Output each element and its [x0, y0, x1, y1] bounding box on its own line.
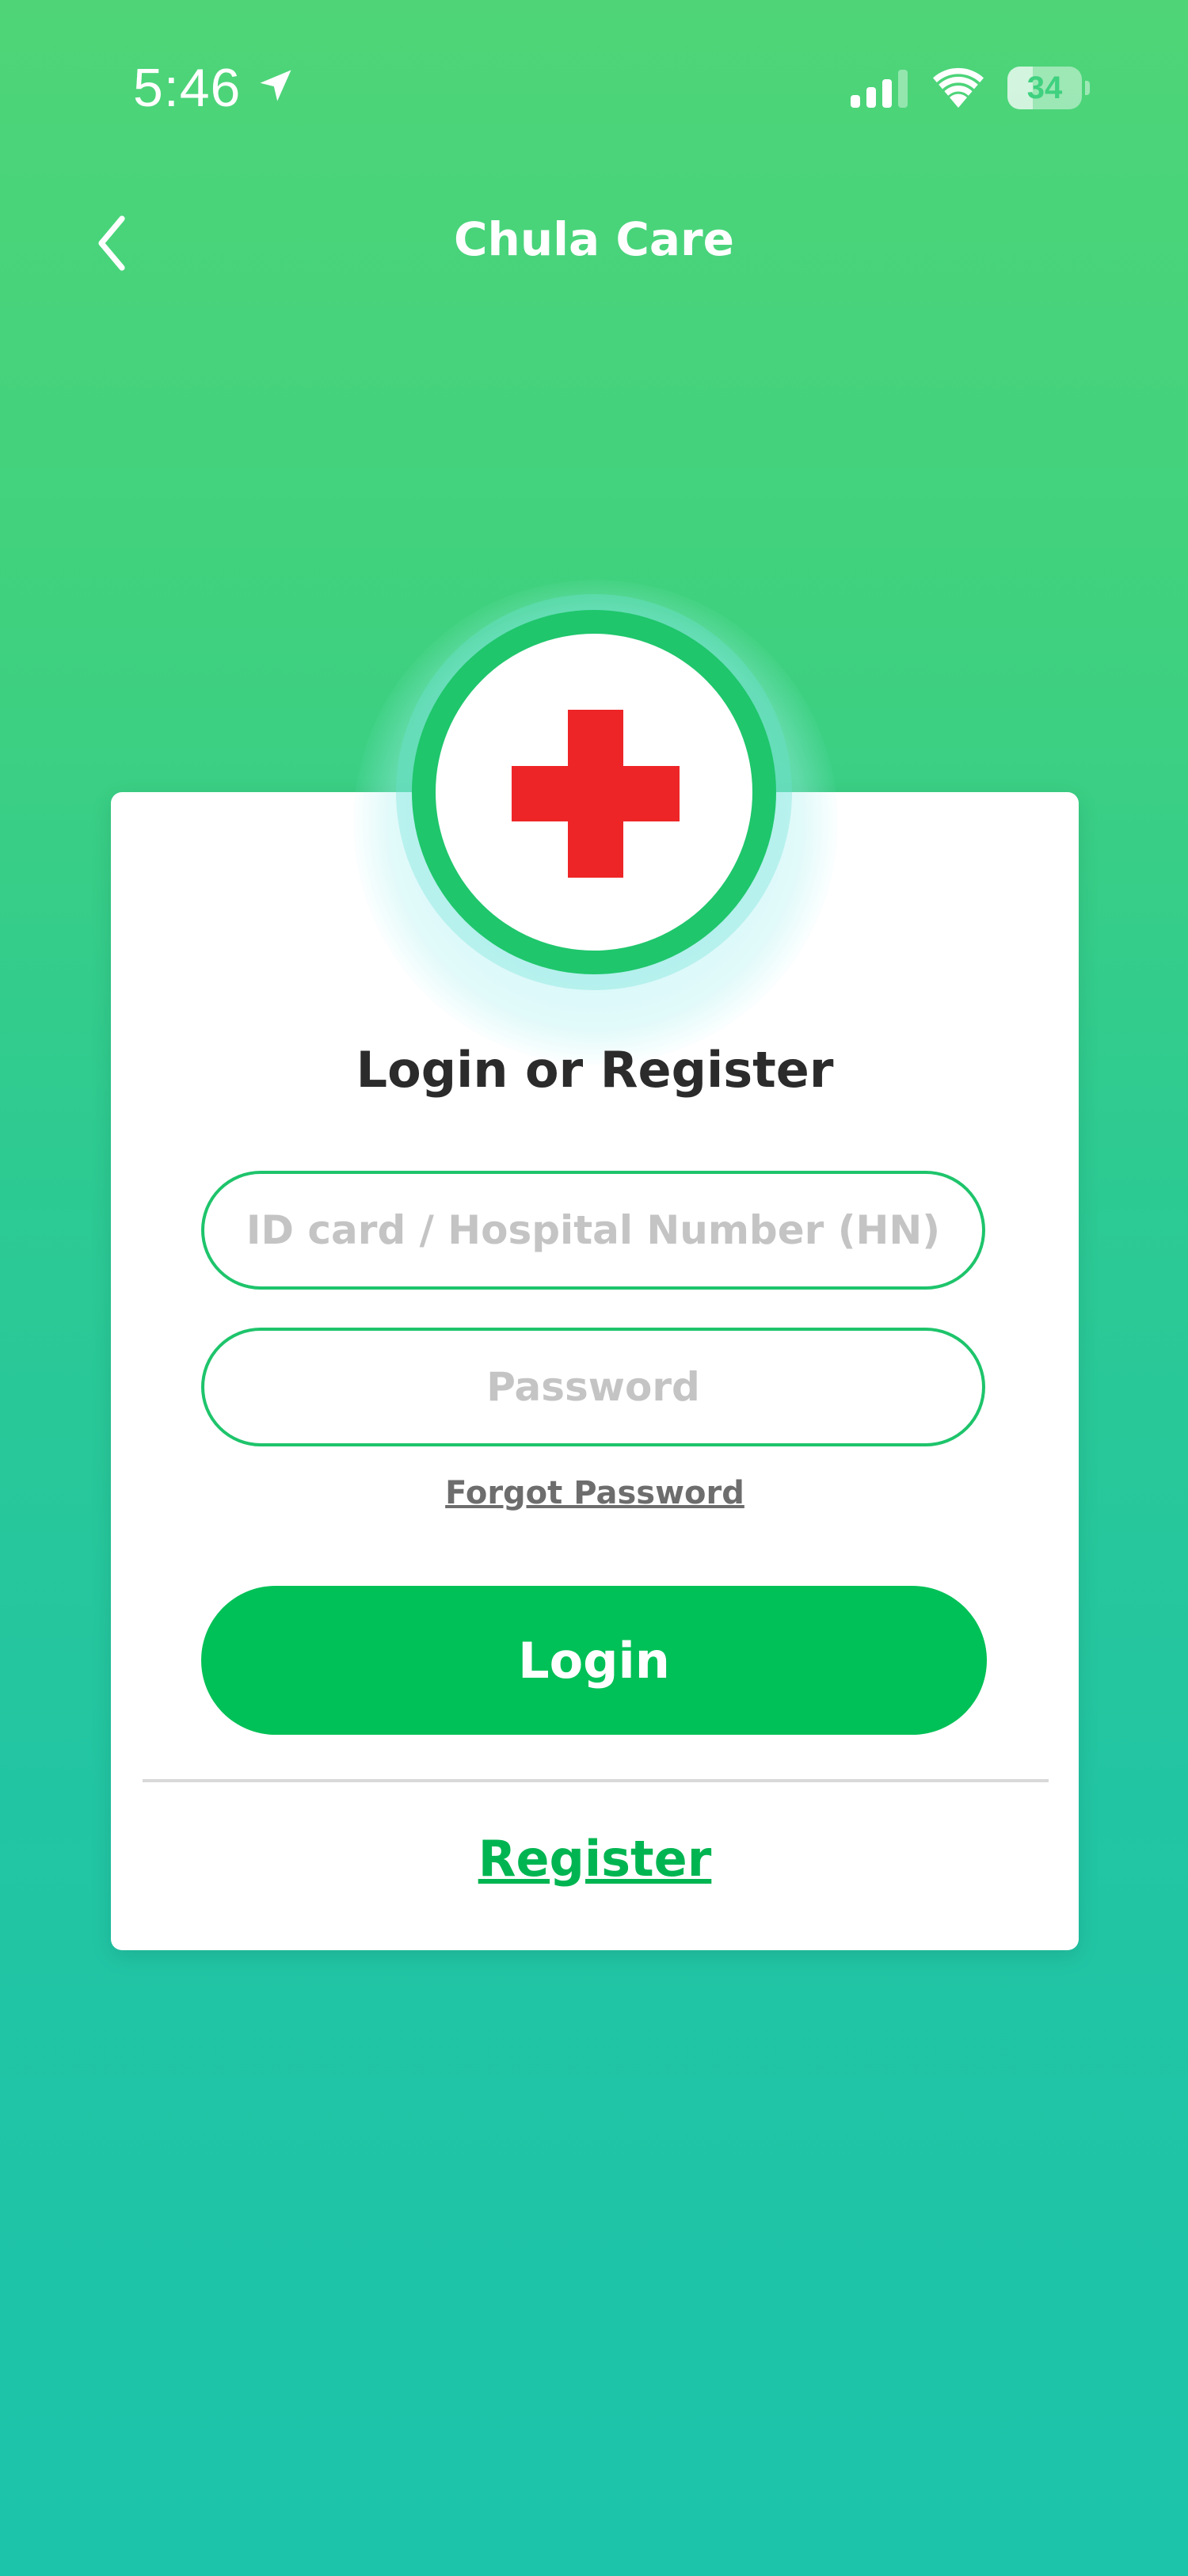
battery-icon: 34 [1007, 67, 1090, 109]
id-hn-input[interactable] [201, 1171, 985, 1290]
divider [143, 1779, 1049, 1782]
red-cross-icon [512, 710, 680, 878]
login-heading: Login or Register [356, 1041, 834, 1099]
login-button[interactable]: Login [201, 1586, 987, 1735]
battery-cap [1085, 81, 1090, 95]
location-arrow-icon [260, 70, 291, 101]
page-title: Chula Care [453, 212, 734, 266]
forgot-password-link[interactable]: Forgot Password [111, 1475, 1079, 1511]
register-link[interactable]: Register [111, 1830, 1079, 1888]
wifi-icon [933, 67, 984, 108]
signal-icon [851, 70, 908, 108]
battery-percent: 34 [1026, 70, 1063, 105]
battery-body: 34 [1007, 67, 1082, 109]
status-time: 5:46 [133, 58, 242, 118]
status-bar: 5:46 34 [0, 0, 1188, 174]
password-input[interactable] [201, 1328, 985, 1446]
